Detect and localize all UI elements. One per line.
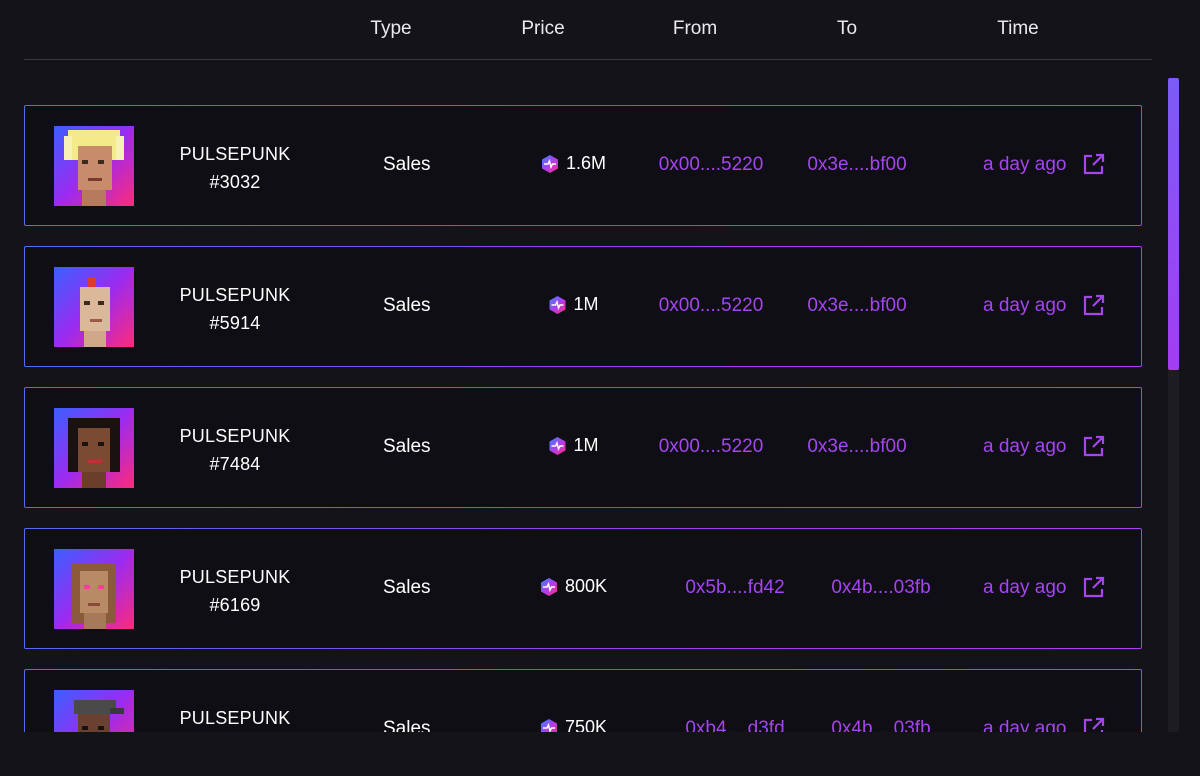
nft-thumbnail[interactable] bbox=[54, 408, 134, 488]
to-address-link[interactable]: 0x3e....bf00 bbox=[807, 295, 906, 317]
from-address-link[interactable]: 0x00....5220 bbox=[659, 154, 764, 176]
to-address-link[interactable]: 0x3e....bf00 bbox=[807, 154, 906, 176]
punk-avatar-icon bbox=[68, 418, 120, 488]
external-link-icon[interactable] bbox=[1082, 293, 1106, 317]
table-row[interactable]: PULSEPUNK #3032 Sales 1.6M 0x00....5220 … bbox=[24, 105, 1142, 226]
nft-thumbnail[interactable] bbox=[54, 267, 134, 347]
transaction-type: Sales bbox=[383, 154, 431, 175]
time-link[interactable]: a day ago bbox=[983, 718, 1066, 732]
column-header-to: To bbox=[836, 18, 858, 39]
nft-thumbnail[interactable] bbox=[54, 690, 134, 732]
table-row[interactable]: PULSEPUNK #7484 Sales 1M 0x00....5220 0x… bbox=[24, 387, 1142, 508]
price-value: 1M bbox=[547, 435, 599, 456]
external-link-icon[interactable] bbox=[1082, 716, 1106, 732]
punk-avatar-icon bbox=[74, 700, 124, 732]
external-link-icon[interactable] bbox=[1082, 152, 1106, 176]
scrollbar-thumb[interactable] bbox=[1168, 78, 1179, 370]
price-value: 750K bbox=[539, 717, 607, 732]
table-row[interactable]: PULSEPUNK #6169 Sales 800K 0x5b....fd42 … bbox=[24, 528, 1142, 649]
table-row[interactable]: PULSEPUNK #5914 Sales 1M 0x00....5220 0x… bbox=[24, 246, 1142, 367]
nft-name[interactable]: PULSEPUNK #6169 bbox=[160, 563, 310, 619]
column-header-type: Type bbox=[370, 18, 412, 39]
to-address-link[interactable]: 0x3e....bf00 bbox=[807, 436, 906, 458]
nft-thumbnail[interactable] bbox=[54, 126, 134, 206]
nft-name[interactable]: PULSEPUNK #7484 bbox=[160, 422, 310, 478]
from-address-link[interactable]: 0xb4....d3fd bbox=[685, 718, 784, 732]
from-address-link[interactable]: 0x00....5220 bbox=[659, 436, 764, 458]
price-value: 1.6M bbox=[540, 153, 606, 174]
transaction-type: Sales bbox=[383, 577, 431, 598]
external-link-icon[interactable] bbox=[1082, 434, 1106, 458]
nft-thumbnail[interactable] bbox=[54, 549, 134, 629]
column-header-price: Price bbox=[521, 18, 565, 39]
nft-name[interactable]: PULSEPUNK bbox=[160, 704, 310, 732]
from-address-link[interactable]: 0x5b....fd42 bbox=[685, 577, 784, 599]
external-link-icon[interactable] bbox=[1082, 575, 1106, 599]
nft-name[interactable]: PULSEPUNK #3032 bbox=[160, 140, 310, 196]
time-link[interactable]: a day ago bbox=[983, 577, 1066, 599]
time-link[interactable]: a day ago bbox=[983, 154, 1066, 176]
time-link[interactable]: a day ago bbox=[983, 295, 1066, 317]
table-row[interactable]: PULSEPUNK Sales 750K 0xb4....d3fd 0x4b..… bbox=[24, 669, 1142, 732]
time-link[interactable]: a day ago bbox=[983, 436, 1066, 458]
punk-avatar-icon bbox=[80, 277, 110, 347]
activity-list: PULSEPUNK #3032 Sales 1.6M 0x00....5220 … bbox=[0, 60, 1200, 732]
table-header: Type Price From To Time bbox=[24, 0, 1152, 60]
transaction-type: Sales bbox=[383, 436, 431, 457]
nft-name[interactable]: PULSEPUNK #5914 bbox=[160, 281, 310, 337]
punk-avatar-icon bbox=[72, 563, 116, 629]
pulse-coin-icon bbox=[540, 577, 557, 596]
price-value: 1M bbox=[547, 294, 599, 315]
column-header-time: Time bbox=[997, 18, 1039, 39]
to-address-link[interactable]: 0x4b....03fb bbox=[831, 577, 930, 599]
column-header-from: From bbox=[672, 18, 718, 39]
price-value: 800K bbox=[539, 576, 607, 597]
pulse-coin-icon bbox=[540, 718, 557, 732]
from-address-link[interactable]: 0x00....5220 bbox=[659, 295, 764, 317]
transaction-type: Sales bbox=[383, 295, 431, 316]
punk-avatar-icon bbox=[64, 130, 124, 206]
pulse-coin-icon bbox=[549, 295, 566, 314]
transaction-type: Sales bbox=[383, 718, 431, 732]
to-address-link[interactable]: 0x4b....03fb bbox=[831, 718, 930, 732]
pulse-coin-icon bbox=[541, 154, 558, 173]
pulse-coin-icon bbox=[549, 436, 566, 455]
